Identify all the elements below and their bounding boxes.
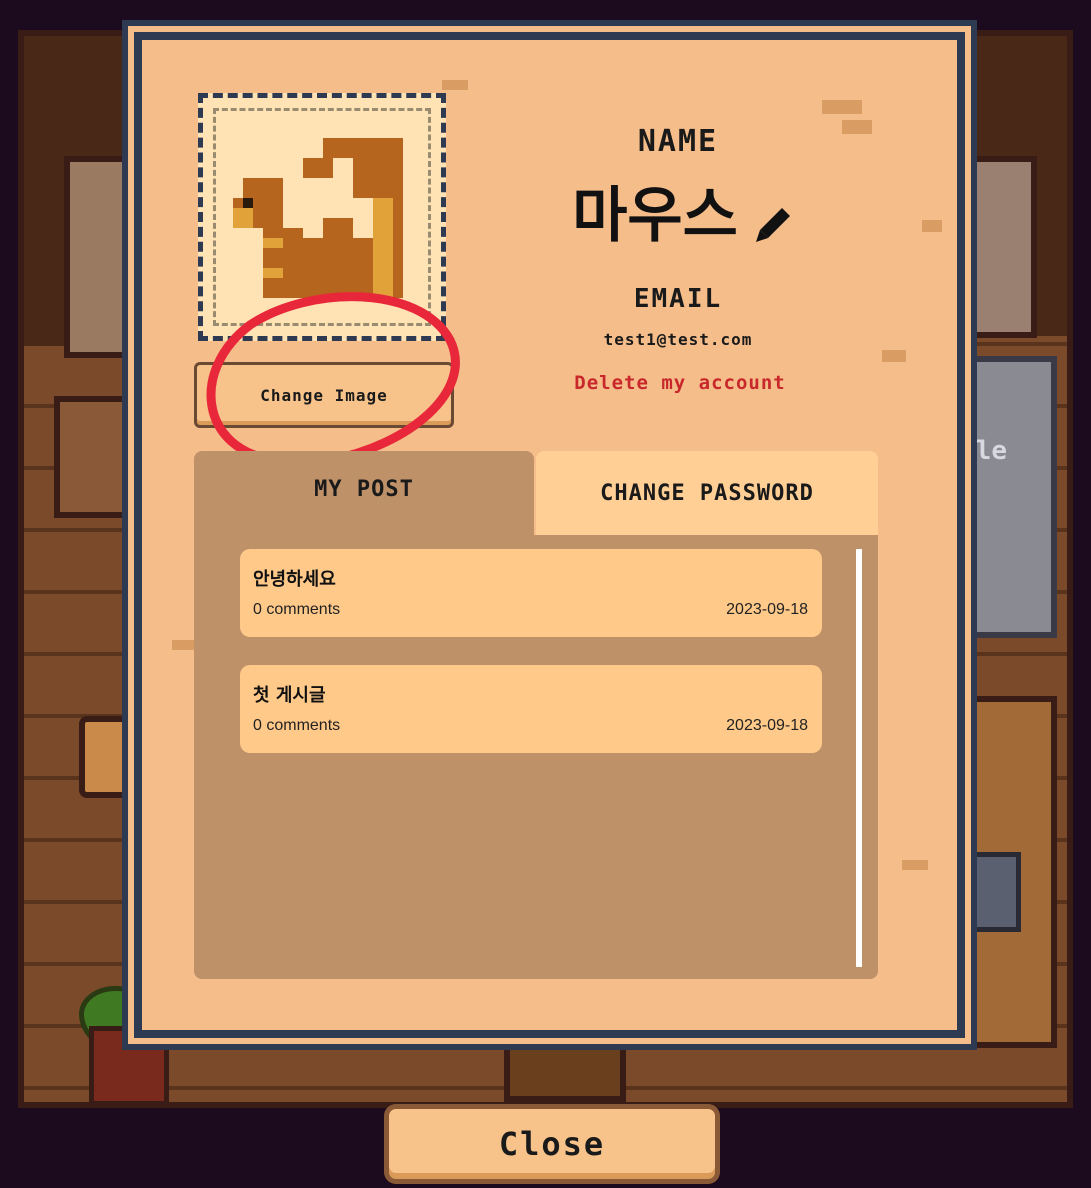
- right-window: [945, 156, 1037, 338]
- post-title: 안녕하세요: [253, 569, 336, 590]
- post-comment-count: 0 comments: [253, 717, 341, 734]
- tab-change-password[interactable]: CHANGE PASSWORD: [536, 451, 878, 536]
- post-comment-count: 0 comments: [253, 601, 341, 618]
- list-item[interactable]: 안녕하세요 0 comments 2023-09-18: [240, 549, 822, 637]
- post-date: 2023-09-18: [726, 601, 808, 618]
- post-title: 첫 게시글: [253, 685, 326, 706]
- change-image-button[interactable]: Change Image: [194, 362, 454, 428]
- scrollbar[interactable]: [856, 549, 862, 967]
- avatar: [198, 93, 446, 341]
- name-value: 마우스: [572, 181, 738, 251]
- posts-list: 안녕하세요 0 comments 2023-09-18 첫 게시글 0 comm…: [194, 535, 878, 979]
- squirrel-pixel-icon: [233, 138, 403, 298]
- name-label: NAME: [637, 124, 719, 159]
- email-label: EMAIL: [633, 284, 723, 314]
- plant-pot: [89, 1026, 169, 1106]
- email-value: test1@test.com: [603, 330, 753, 349]
- close-button[interactable]: Close: [384, 1104, 720, 1184]
- tab-my-post[interactable]: MY POST: [194, 451, 534, 536]
- delete-account-link[interactable]: Delete my account: [500, 372, 860, 394]
- game-screen: ofile Change Image NAME 마우스 EMAIL test1@…: [0, 0, 1091, 1188]
- post-date: 2023-09-18: [726, 717, 808, 734]
- list-item[interactable]: 첫 게시글 0 comments 2023-09-18: [240, 665, 822, 753]
- pencil-icon[interactable]: [754, 206, 792, 244]
